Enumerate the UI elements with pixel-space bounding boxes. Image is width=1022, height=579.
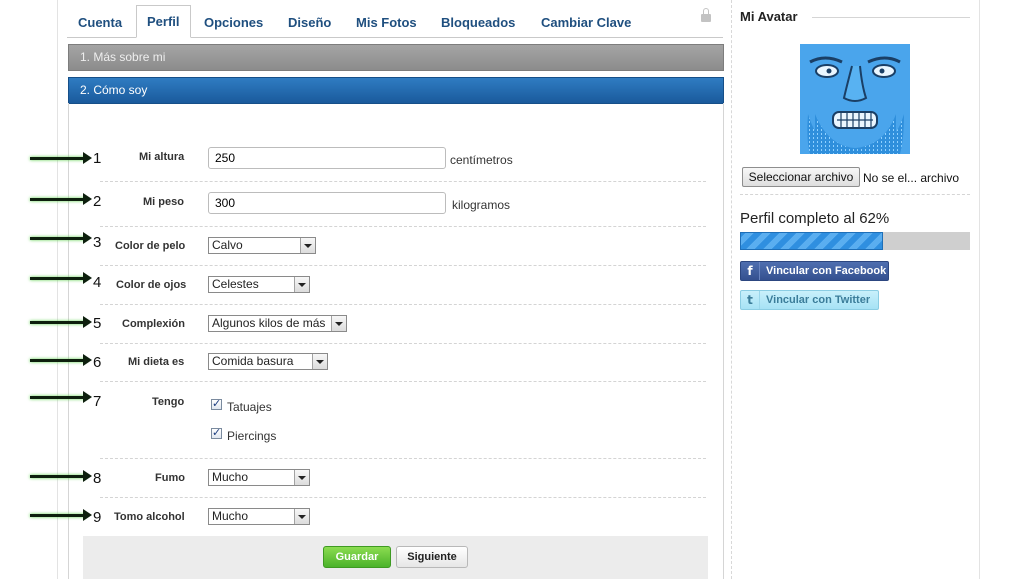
weight-unit: kilogramos [452, 198, 511, 212]
form-panel [68, 103, 724, 579]
title-rule [812, 17, 970, 18]
eye-color-label: Color de ojos [116, 279, 187, 291]
diet-label: Mi dieta es [128, 356, 185, 368]
save-button[interactable]: Guardar [323, 546, 391, 568]
chevron-down-icon [294, 470, 309, 485]
arrow-icon [30, 391, 92, 403]
alcohol-label: Tomo alcohol [114, 511, 185, 523]
diet-value: Comida basura [212, 354, 294, 368]
step-number: 8 [93, 470, 102, 487]
hair-color-label: Color de pelo [115, 240, 186, 252]
alcohol-select[interactable]: Mucho [208, 508, 310, 525]
arrow-icon [30, 193, 92, 205]
twitter-connect-label: Vincular con Twitter [766, 294, 871, 306]
avatar-image [800, 44, 910, 154]
row-divider [100, 343, 706, 344]
sidebar-divider [740, 194, 970, 195]
chevron-down-icon [294, 277, 309, 292]
tab-mis-fotos[interactable]: Mis Fotos [356, 8, 417, 37]
file-status-text: No se el... archivo [863, 171, 960, 185]
smoke-label: Fumo [155, 472, 185, 484]
row-divider [100, 226, 706, 227]
build-select[interactable]: Algunos kilos de más [208, 315, 347, 332]
row-divider [100, 304, 706, 305]
frame-right-border [979, 0, 980, 579]
piercings-checkbox[interactable] [211, 426, 222, 439]
next-button[interactable]: Siguiente [396, 546, 468, 568]
build-value: Algunos kilos de más [212, 316, 326, 330]
step-number: 1 [93, 150, 102, 167]
tattoos-label: Tatuajes [227, 400, 272, 414]
arrow-icon [30, 509, 92, 521]
section-more-about-me[interactable]: 1. Más sobre mi [68, 44, 724, 71]
choose-file-button[interactable]: Seleccionar archivo [742, 167, 860, 187]
tattoos-checkbox[interactable] [211, 397, 222, 410]
profile-progress-fill [740, 232, 883, 250]
row-divider [100, 458, 706, 459]
height-unit: centímetros [450, 153, 513, 167]
chevron-down-icon [294, 509, 309, 524]
eye-color-select[interactable]: Celestes [208, 276, 310, 293]
smoke-select[interactable]: Mucho [208, 469, 310, 486]
step-number: 2 [93, 193, 102, 210]
profile-progress-bar [740, 232, 970, 250]
tab-opciones[interactable]: Opciones [204, 8, 263, 37]
arrow-icon [30, 272, 92, 284]
facebook-connect-button[interactable]: f Vincular con Facebook [740, 261, 889, 281]
tab-cambiar-clave[interactable]: Cambiar Clave [541, 8, 631, 37]
hair-color-select[interactable]: Calvo [208, 237, 316, 254]
weight-input[interactable] [208, 192, 446, 214]
lock-icon [701, 8, 711, 22]
chevron-down-icon [300, 238, 315, 253]
arrow-icon [30, 354, 92, 366]
step-number: 9 [93, 509, 102, 526]
profile-tabs: Cuenta Perfil Opciones Diseño Mis Fotos … [67, 5, 723, 38]
alcohol-value: Mucho [212, 509, 249, 523]
column-divider [731, 0, 732, 579]
hair-color-value: Calvo [212, 238, 243, 252]
row-divider [100, 381, 706, 382]
diet-select[interactable]: Comida basura [208, 353, 328, 370]
facebook-icon: f [741, 262, 760, 280]
tab-cuenta[interactable]: Cuenta [78, 8, 122, 37]
step-number: 7 [93, 393, 102, 410]
arrow-icon [30, 470, 92, 482]
weight-label: Mi peso [143, 196, 184, 208]
tab-bloqueados[interactable]: Bloqueados [441, 8, 515, 37]
twitter-connect-button[interactable]: t Vincular con Twitter [740, 290, 879, 310]
arrow-icon [30, 316, 92, 328]
chevron-down-icon [312, 354, 327, 369]
profile-progress-label: Perfil completo al 62% [740, 210, 890, 227]
smoke-value: Mucho [212, 470, 249, 484]
tab-perfil[interactable]: Perfil [136, 5, 191, 38]
section-how-i-am[interactable]: 2. Cómo soy [68, 77, 724, 104]
avatar-title: Mi Avatar [740, 9, 798, 24]
row-divider [100, 181, 706, 182]
arrow-icon [30, 232, 92, 244]
step-number: 6 [93, 354, 102, 371]
height-input[interactable] [208, 147, 446, 169]
row-divider [100, 265, 706, 266]
frame-left-border [57, 0, 58, 579]
have-label: Tengo [152, 396, 185, 408]
eye-color-value: Celestes [212, 277, 259, 291]
row-divider [100, 497, 706, 498]
tab-diseno[interactable]: Diseño [288, 8, 331, 37]
twitter-icon: t [741, 291, 760, 309]
build-label: Complexión [122, 318, 185, 330]
height-label: Mi altura [139, 151, 185, 163]
chevron-down-icon [331, 316, 346, 331]
step-number: 4 [93, 274, 102, 291]
step-number: 5 [93, 315, 102, 332]
facebook-connect-label: Vincular con Facebook [766, 265, 887, 277]
arrow-icon [30, 152, 92, 164]
piercings-label: Piercings [227, 429, 277, 443]
step-number: 3 [93, 234, 102, 251]
